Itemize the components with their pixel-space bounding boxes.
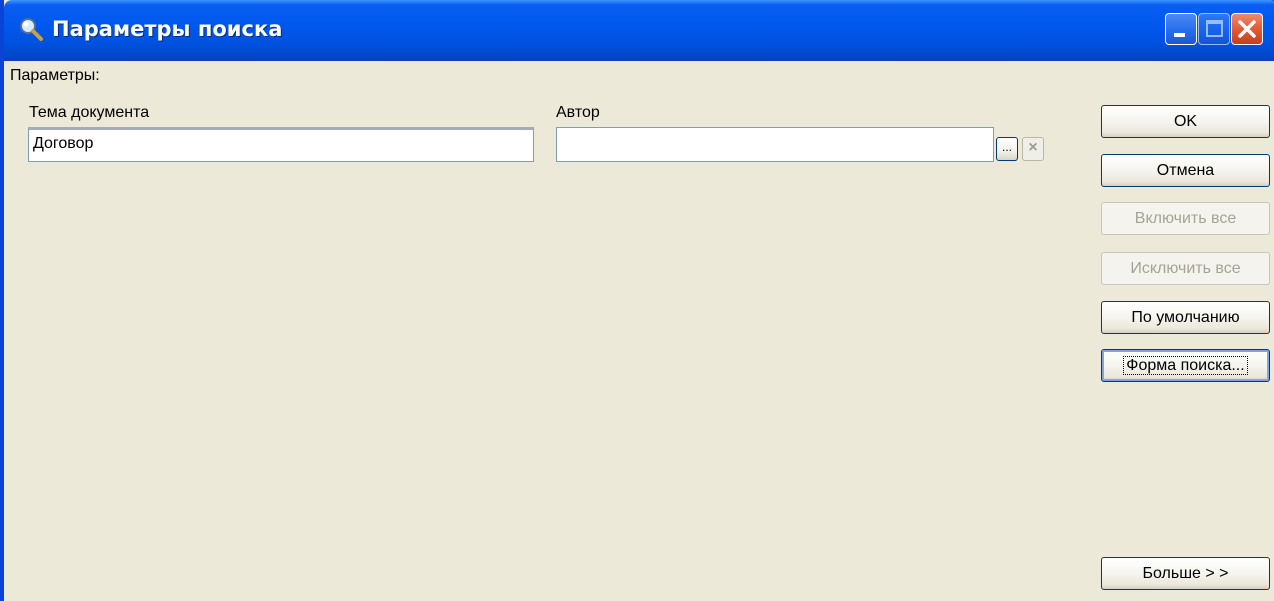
include-all-button: Включить все	[1101, 202, 1270, 235]
author-label: Автор	[556, 104, 600, 121]
theme-input[interactable]: Договор	[28, 127, 534, 162]
ok-button[interactable]: OK	[1101, 105, 1270, 138]
close-icon	[1238, 20, 1256, 38]
author-clear-button[interactable]: ×	[1022, 137, 1044, 161]
minimize-button[interactable]	[1165, 13, 1197, 45]
author-browse-button[interactable]: ...	[996, 137, 1018, 161]
theme-label: Тема документа	[29, 104, 150, 121]
more-button[interactable]: Больше > >	[1101, 557, 1270, 590]
minimize-icon	[1174, 33, 1185, 37]
close-button[interactable]	[1231, 13, 1263, 45]
dialog-content: Параметры: Тема документа Договор Автор …	[8, 61, 1274, 601]
exclude-all-button: Исключить все	[1101, 252, 1270, 285]
author-input[interactable]	[556, 127, 994, 162]
params-label: Параметры:	[10, 67, 100, 84]
title-bar[interactable]: Параметры поиска	[4, 0, 1274, 61]
default-button[interactable]: По умолчанию	[1101, 301, 1270, 334]
maximize-button	[1198, 13, 1230, 45]
magnifier-icon	[18, 16, 44, 42]
window-title: Параметры поиска	[52, 17, 283, 41]
search-params-window: Параметры поиска Параметры: Тема докумен…	[0, 0, 1274, 601]
maximize-icon	[1206, 20, 1223, 37]
cancel-button[interactable]: Отмена	[1101, 154, 1270, 187]
search-form-button[interactable]: Форма поиска...	[1101, 349, 1270, 382]
clear-icon: ×	[1028, 139, 1038, 156]
